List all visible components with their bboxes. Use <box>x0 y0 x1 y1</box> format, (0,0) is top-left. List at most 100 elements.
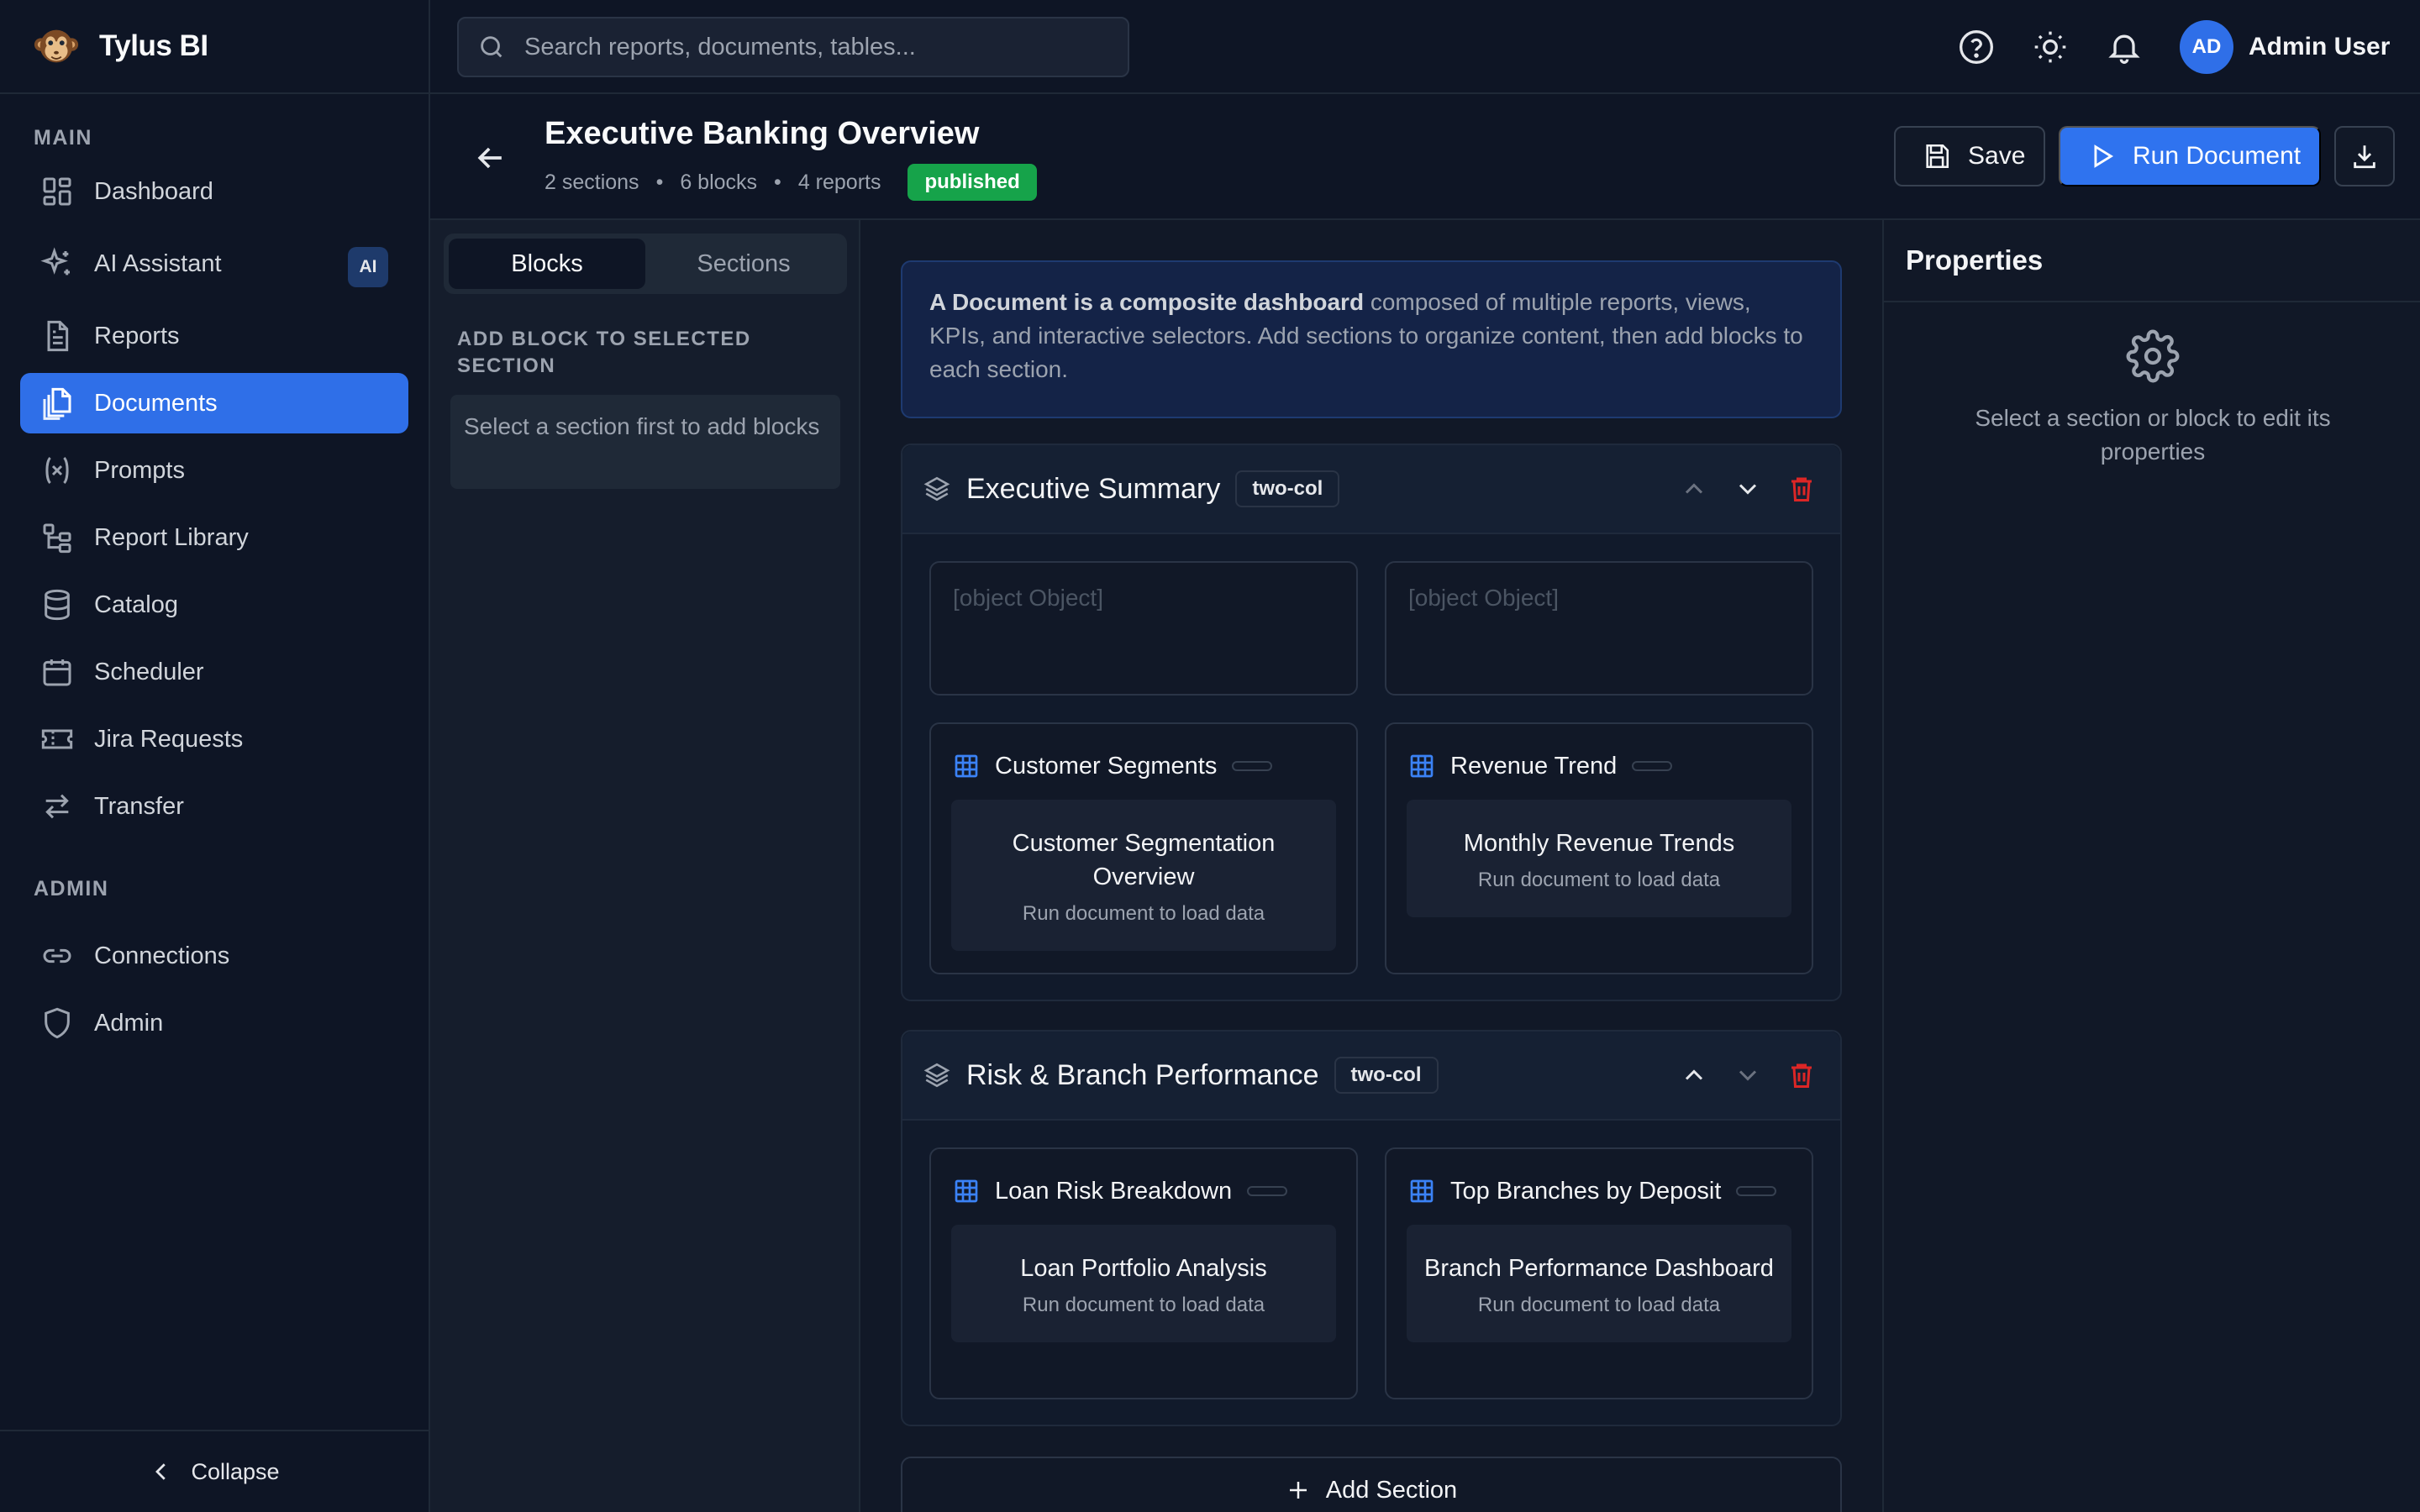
dashboard-icon <box>43 177 71 206</box>
sidebar-item-documents[interactable]: Documents <box>20 373 408 433</box>
placeholder-text: [object Object] <box>1408 585 1559 611</box>
block-type-pill <box>1632 761 1673 771</box>
save-label: Save <box>1968 142 2026 170</box>
sections-count: 2 sections <box>544 170 639 194</box>
sidebar-item-connections[interactable]: Connections <box>20 926 408 986</box>
block-customer-segments[interactable]: Customer Segments Customer Segmentation … <box>929 722 1358 974</box>
top-bar: AD Admin User <box>430 0 2420 94</box>
ai-badge: AI <box>348 247 388 287</box>
load-hint: Run document to load data <box>1022 1294 1265 1316</box>
palette-title: ADD BLOCK TO SELECTED SECTION <box>457 328 751 377</box>
sidebar-item-prompts[interactable]: Prompts <box>20 440 408 501</box>
section-title: Risk & Branch Performance <box>966 1058 1319 1091</box>
add-section-label: Add Section <box>1325 1476 1458 1504</box>
avatar: AD <box>2180 20 2233 74</box>
sidebar-item-label: Transfer <box>94 792 184 820</box>
sidebar-item-jira-requests[interactable]: Jira Requests <box>20 709 408 769</box>
sidebar-item-ai-assistant[interactable]: AI Assistant AI <box>20 234 408 294</box>
report-icon <box>47 320 69 352</box>
layers-icon <box>923 476 950 501</box>
monkey-logo-icon <box>34 29 79 63</box>
play-icon <box>2094 144 2114 168</box>
layers-icon <box>923 1063 950 1088</box>
tab-sections[interactable]: Sections <box>645 239 842 289</box>
block-revenue-trend[interactable]: Revenue Trend Monthly Revenue Trends Run… <box>1385 722 1813 974</box>
documents-icon <box>43 387 71 420</box>
download-icon <box>2354 145 2375 169</box>
section-header[interactable]: Executive Summary two-col <box>902 445 1840 534</box>
move-down-icon[interactable] <box>1733 474 1763 504</box>
document-canvas: A Document is a composite dashboard comp… <box>860 220 1882 1512</box>
section-executive-summary[interactable]: Executive Summary two-col [object Object… <box>901 444 1842 1001</box>
user-menu[interactable]: AD Admin User <box>2180 20 2390 74</box>
block-placeholder[interactable]: [object Object] <box>929 561 1358 696</box>
block-header: Loan Risk Breakdown <box>931 1149 1356 1211</box>
reports-count: 4 reports <box>797 170 881 194</box>
report-name: Monthly Revenue Trends <box>1463 830 1735 857</box>
section-risk-branch-performance[interactable]: Risk & Branch Performance two-col Loan R… <box>901 1030 1842 1426</box>
sidebar-item-label: Connections <box>94 942 230 969</box>
sidebar-item-scheduler[interactable]: Scheduler <box>20 642 408 702</box>
sidebar-item-label: Reports <box>94 322 180 349</box>
save-icon <box>1926 144 1949 169</box>
meta-separator: • <box>655 170 664 194</box>
placeholder-text: [object Object] <box>953 585 1103 611</box>
add-section-button[interactable]: Add Section <box>901 1457 1842 1512</box>
palette-hint: Select a section first to add blocks <box>450 395 840 489</box>
document-header: Executive Banking Overview 2 sections • … <box>430 94 2420 220</box>
sidebar-item-report-library[interactable]: Report Library <box>20 507 408 568</box>
section-title: Executive Summary <box>966 472 1221 505</box>
status-badge: published <box>908 164 1037 201</box>
load-hint: Run document to load data <box>1477 1294 1721 1316</box>
user-name: Admin User <box>2249 33 2391 60</box>
load-hint: Run document to load data <box>1477 869 1721 891</box>
delete-icon[interactable] <box>1786 474 1817 504</box>
download-button[interactable] <box>2334 126 2395 186</box>
sun-icon[interactable] <box>2032 29 2069 66</box>
sidebar-item-transfer[interactable]: Transfer <box>20 776 408 837</box>
tab-blocks[interactable]: Blocks <box>449 239 645 289</box>
properties-title: Properties <box>1884 220 2420 302</box>
sidebar-item-dashboard[interactable]: Dashboard <box>20 161 408 222</box>
database-icon <box>45 589 70 621</box>
section-header[interactable]: Risk & Branch Performance two-col <box>902 1032 1840 1121</box>
calendar-icon <box>43 659 71 686</box>
sidebar-item-label: Admin <box>94 1009 164 1037</box>
collapse-label: Collapse <box>191 1458 280 1484</box>
document-title: Executive Banking Overview <box>544 116 980 151</box>
search-input[interactable] <box>524 33 1113 61</box>
block-type-pill <box>1232 761 1273 771</box>
run-document-label: Run Document <box>2133 142 2302 170</box>
sidebar-item-admin[interactable]: Admin <box>20 993 408 1053</box>
sidebar-item-reports[interactable]: Reports <box>20 306 408 366</box>
document-meta: 2 sections • 6 blocks • 4 reports publis… <box>544 161 1037 203</box>
collapse-button[interactable]: Collapse <box>0 1430 429 1512</box>
brand[interactable]: Tylus BI <box>0 0 429 94</box>
report-name: Loan Portfolio Analysis <box>1020 1255 1267 1282</box>
move-up-icon[interactable] <box>1679 474 1709 504</box>
sidebar-item-catalog[interactable]: Catalog <box>20 575 408 635</box>
global-search[interactable] <box>457 17 1129 77</box>
info-banner: A Document is a composite dashboard comp… <box>901 260 1842 418</box>
move-down-icon[interactable] <box>1733 1060 1763 1090</box>
block-top-branches-by-deposit[interactable]: Top Branches by Deposit Branch Performan… <box>1385 1147 1813 1399</box>
help-icon[interactable] <box>1958 29 1995 66</box>
block-placeholder[interactable]: [object Object] <box>1385 561 1813 696</box>
info-bold: A Document is a composite dashboard <box>929 289 1365 315</box>
nav-section-main: MAIN <box>34 126 92 150</box>
run-document-button[interactable]: Run Document <box>2059 126 2321 186</box>
back-arrow-icon[interactable] <box>472 139 509 176</box>
section-actions <box>1655 474 1817 504</box>
delete-icon[interactable] <box>1786 1060 1817 1090</box>
block-body: Customer Segmentation Overview Run docum… <box>951 800 1336 951</box>
block-title: Customer Segments <box>995 752 1218 780</box>
properties-panel: Properties Select a section or block to … <box>1882 220 2420 1512</box>
move-up-icon[interactable] <box>1679 1060 1709 1090</box>
section-actions <box>1655 1060 1817 1090</box>
shield-icon <box>45 1007 70 1039</box>
block-loan-risk-breakdown[interactable]: Loan Risk Breakdown Loan Portfolio Analy… <box>929 1147 1358 1399</box>
sidebar: Tylus BI MAIN Dashboard AI Assistant AI … <box>0 0 430 1512</box>
save-button[interactable]: Save <box>1894 126 2045 186</box>
bell-icon[interactable] <box>2106 29 2143 66</box>
sidebar-item-label: AI Assistant <box>94 249 222 277</box>
